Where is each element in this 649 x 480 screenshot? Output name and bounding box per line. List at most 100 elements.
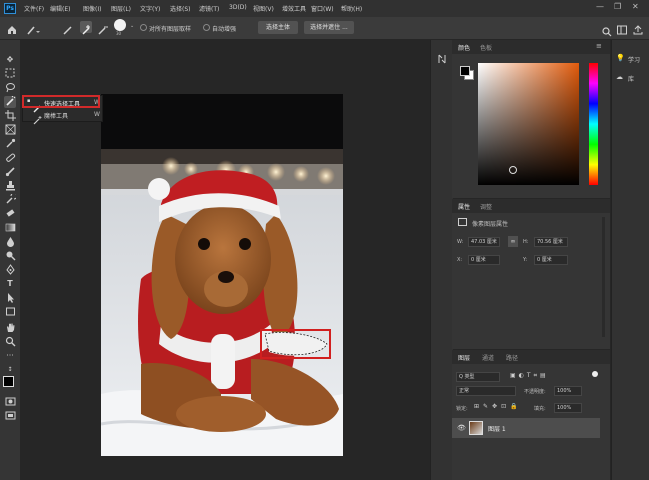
properties-panel-tabs: 属性 调整 bbox=[452, 199, 610, 213]
color-picker-cursor[interactable] bbox=[509, 166, 517, 174]
width-field[interactable]: 47.03 厘米 bbox=[468, 237, 500, 247]
opacity-field[interactable]: 100% bbox=[554, 386, 582, 396]
close-button[interactable]: ✕ bbox=[632, 2, 639, 11]
brush-tool-icon[interactable] bbox=[4, 166, 16, 178]
color-panel-foreground-swatch[interactable] bbox=[460, 66, 470, 76]
share-icon[interactable] bbox=[632, 21, 644, 35]
document-image[interactable] bbox=[101, 94, 343, 456]
menu-type[interactable]: 文字(Y) bbox=[140, 4, 160, 13]
minimize-button[interactable]: — bbox=[596, 2, 604, 11]
eye-icon[interactable]: 👁 bbox=[457, 424, 466, 432]
tab-swatches[interactable]: 色板 bbox=[480, 43, 492, 52]
tool-preset-picker[interactable] bbox=[26, 21, 40, 35]
learn-label[interactable]: 学习 bbox=[628, 55, 640, 64]
layer-name: 图层 1 bbox=[488, 426, 506, 433]
tab-paths[interactable]: 路径 bbox=[506, 353, 518, 362]
panel-menu-icon[interactable]: ≡ bbox=[596, 42, 602, 50]
layer-row[interactable]: 👁 图层 1 bbox=[452, 418, 600, 438]
select-subject-button[interactable]: 选择主体 bbox=[258, 21, 298, 34]
screen-mode-icon[interactable] bbox=[4, 410, 16, 422]
marquee-tool-icon[interactable] bbox=[4, 68, 16, 80]
gradient-tool-icon[interactable] bbox=[4, 222, 16, 234]
properties-scrollbar[interactable] bbox=[602, 217, 605, 337]
lightbulb-icon[interactable]: 💡 bbox=[616, 54, 625, 62]
hue-slider[interactable] bbox=[589, 63, 598, 185]
dodge-tool-icon[interactable] bbox=[4, 250, 16, 262]
restore-button[interactable]: ❐ bbox=[614, 2, 621, 11]
y-field[interactable]: 0 厘米 bbox=[534, 255, 568, 265]
history-panel-icon[interactable] bbox=[436, 50, 448, 64]
frame-tool-icon[interactable] bbox=[4, 124, 16, 136]
flyout-item-magic-wand[interactable]: 魔棒工具 W bbox=[27, 109, 100, 125]
crop-tool-icon[interactable] bbox=[4, 110, 16, 122]
quick-selection-tool-icon[interactable] bbox=[4, 95, 16, 108]
layer-filter-icons[interactable]: ▣◐T⌗▤ bbox=[510, 372, 549, 380]
history-brush-tool-icon[interactable] bbox=[4, 192, 17, 206]
home-icon[interactable] bbox=[6, 21, 18, 34]
menu-help[interactable]: 帮助(H) bbox=[341, 4, 362, 13]
blur-tool-icon[interactable] bbox=[4, 236, 16, 248]
x-field[interactable]: 0 厘米 bbox=[468, 255, 500, 265]
brush-preview-icon[interactable] bbox=[114, 19, 126, 31]
swap-colors-icon[interactable]: ↕ bbox=[4, 364, 16, 376]
menu-window[interactable]: 窗口(W) bbox=[311, 4, 334, 13]
magic-wand-icon bbox=[33, 110, 42, 125]
add-to-selection-brush-icon[interactable] bbox=[80, 21, 92, 35]
tab-channels[interactable]: 通道 bbox=[482, 353, 494, 362]
brush-size-value: 30 bbox=[116, 31, 122, 36]
libraries-icon[interactable]: ☁ bbox=[616, 73, 623, 81]
tab-properties[interactable]: 属性 bbox=[458, 202, 470, 211]
sample-all-layers-checkbox[interactable] bbox=[140, 24, 147, 31]
menu-image[interactable]: 图像(I) bbox=[83, 4, 101, 13]
new-selection-brush-icon[interactable] bbox=[62, 21, 74, 35]
healing-brush-tool-icon[interactable] bbox=[4, 152, 16, 164]
tab-color[interactable]: 颜色 bbox=[458, 43, 470, 52]
layers-panel-tabs: 图层 通道 路径 bbox=[452, 350, 610, 364]
layer-type-label: 像素图层属性 bbox=[472, 221, 509, 228]
height-label: H: bbox=[523, 239, 529, 245]
move-tool-icon[interactable]: ✥ bbox=[4, 54, 16, 66]
color-picker-field[interactable] bbox=[478, 63, 579, 185]
learn-libraries-dock: 💡 学习 ☁ 库 bbox=[611, 40, 649, 480]
width-label: W: bbox=[457, 239, 464, 245]
menu-plugins[interactable]: 增效工具 bbox=[282, 4, 306, 13]
rectangle-tool-icon[interactable] bbox=[4, 306, 16, 318]
eyedropper-tool-icon[interactable] bbox=[4, 138, 16, 150]
color-panel: 颜色 色板 ≡ bbox=[452, 40, 610, 198]
layers-panel: 图层 通道 路径 Q 类型 ▣◐T⌗▤ 正常 不透明度: 100% 锁定: ⊞✎… bbox=[452, 350, 610, 480]
search-icon[interactable] bbox=[602, 22, 612, 37]
pen-tool-icon[interactable] bbox=[4, 264, 16, 276]
more-tools-icon[interactable]: ··· bbox=[4, 350, 16, 362]
menu-select[interactable]: 选择(S) bbox=[170, 4, 191, 13]
path-selection-tool-icon[interactable] bbox=[4, 292, 16, 304]
auto-enhance-checkbox[interactable] bbox=[203, 24, 210, 31]
type-tool-icon[interactable]: T bbox=[4, 278, 16, 290]
layer-filter-dropdown[interactable]: Q 类型 bbox=[456, 372, 500, 382]
blend-mode-dropdown[interactable]: 正常 bbox=[456, 386, 516, 396]
hand-tool-icon[interactable] bbox=[4, 322, 16, 334]
workspace-icon[interactable] bbox=[616, 21, 628, 35]
menu-filter[interactable]: 滤镜(T) bbox=[199, 4, 219, 13]
menu-view[interactable]: 视图(V) bbox=[253, 4, 274, 13]
filter-toggle-icon[interactable] bbox=[592, 371, 598, 377]
menu-layer[interactable]: 图层(L) bbox=[111, 4, 131, 13]
height-field[interactable]: 70.56 厘米 bbox=[534, 237, 568, 247]
link-icon[interactable]: ∞ bbox=[508, 236, 518, 247]
menu-edit[interactable]: 编辑(E) bbox=[50, 4, 70, 13]
foreground-color-swatch[interactable] bbox=[3, 376, 14, 387]
select-and-mask-button[interactable]: 选择并遮住 ... bbox=[304, 21, 354, 34]
eraser-tool-icon[interactable] bbox=[4, 208, 16, 220]
menu-file[interactable]: 文件(F) bbox=[24, 4, 44, 13]
subtract-selection-brush-icon[interactable] bbox=[97, 21, 109, 35]
zoom-tool-icon[interactable] bbox=[4, 336, 16, 348]
menu-3d[interactable]: 3D(D) bbox=[229, 4, 247, 11]
chevron-down-icon[interactable]: ⌄ bbox=[130, 23, 134, 29]
tab-adjustments[interactable]: 调整 bbox=[480, 202, 492, 211]
libraries-label[interactable]: 库 bbox=[628, 74, 634, 83]
quick-mask-icon[interactable] bbox=[4, 396, 16, 408]
tab-layers[interactable]: 图层 bbox=[458, 353, 470, 362]
clone-stamp-tool-icon[interactable] bbox=[4, 180, 16, 192]
fill-field[interactable]: 100% bbox=[554, 403, 582, 413]
lock-icons[interactable]: ⊞✎✥⊡🔒 bbox=[474, 403, 522, 410]
lasso-tool-icon[interactable] bbox=[4, 82, 16, 94]
